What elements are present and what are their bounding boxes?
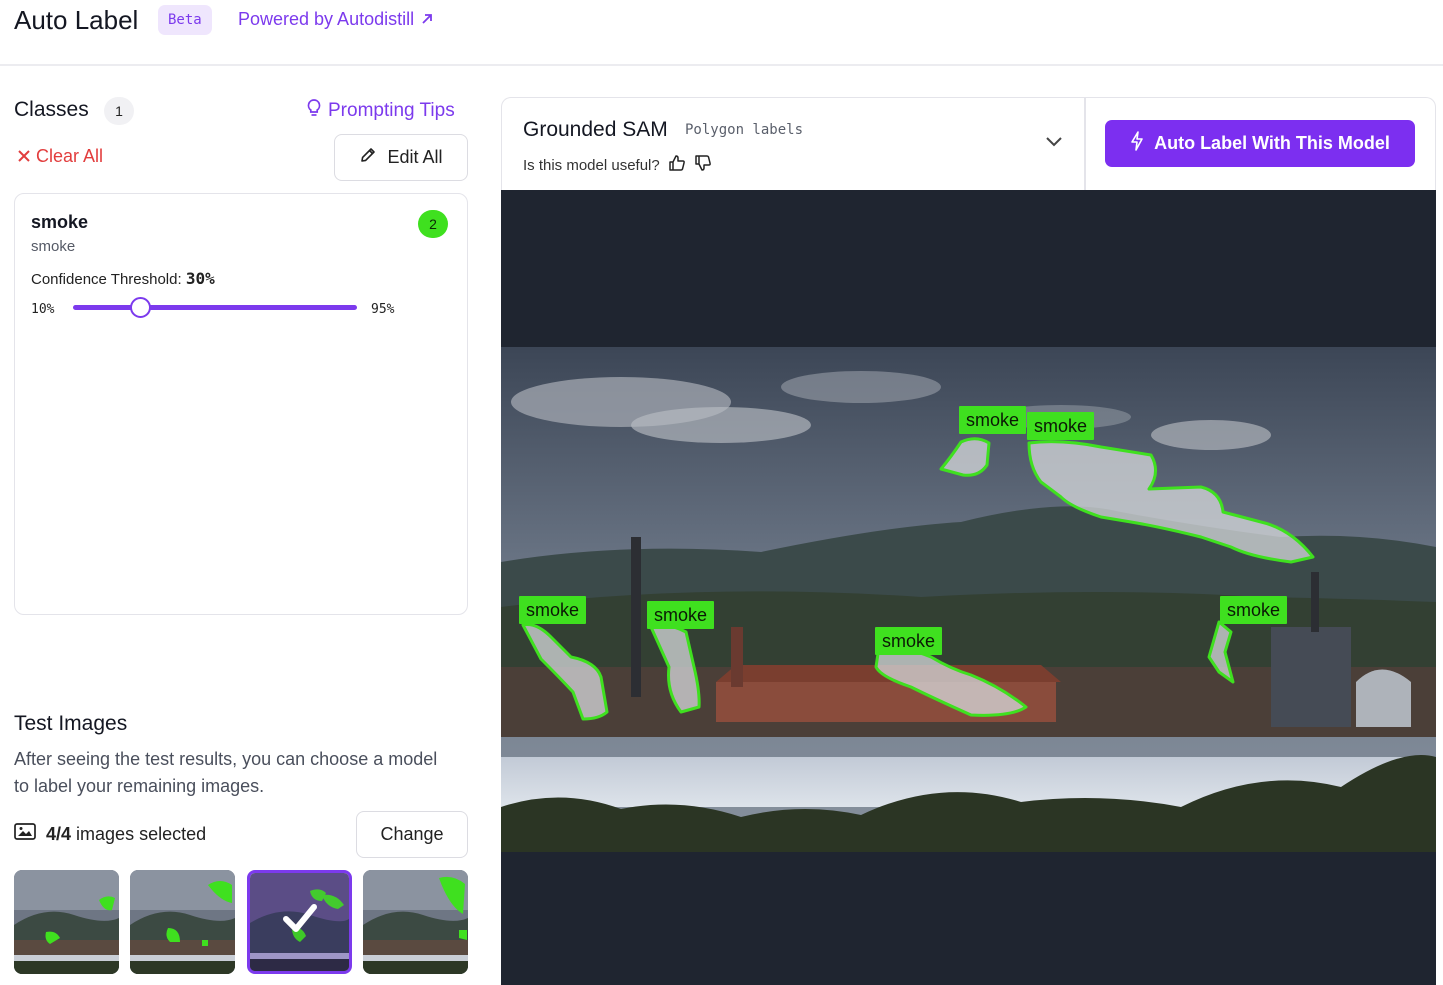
class-name[interactable]: smoke [31,212,88,233]
test-images-description: After seeing the test results, you can c… [14,749,438,796]
edit-all-label: Edit All [387,147,443,167]
prompting-tips-label: Prompting Tips [328,100,455,121]
lightbulb-icon [306,98,322,124]
prompting-tips-link[interactable]: Prompting Tips [306,98,455,124]
pencil-icon [359,146,377,169]
detection-label: smoke [1027,412,1095,440]
test-images-title: Test Images [14,712,128,735]
class-card: smoke smoke 2 Confidence Threshold: 30% … [14,193,468,615]
clear-all-label: Clear All [36,146,104,166]
detection-label: smoke [875,627,943,655]
thumbs-down-icon[interactable] [694,154,712,176]
selected-text: images selected [76,823,207,844]
confidence-threshold-text: Confidence Threshold: [31,271,182,288]
selected-count: 4/4 [46,823,72,844]
close-icon [18,146,30,167]
model-bar: Grounded SAM Polygon labels Is this mode… [501,97,1436,191]
thumbnail-4[interactable] [363,870,468,974]
model-name[interactable]: Grounded SAM [523,118,668,142]
thumbnail-2[interactable] [130,870,235,974]
powered-by-label: Powered by Autodistill [238,9,415,29]
clear-all-button[interactable]: Clear All [18,146,103,167]
change-images-button[interactable]: Change [356,811,468,858]
thumbs-up-icon[interactable] [668,154,686,176]
thumbnail-3-selected[interactable] [247,870,352,974]
classes-count-badge: 1 [104,97,134,125]
thumbnail-strip [14,870,468,974]
thumbnail-1[interactable] [14,870,119,974]
chevron-down-icon[interactable] [1045,134,1063,152]
divider [1084,98,1086,191]
external-link-icon [421,9,433,30]
auto-label-button-label: Auto Label With This Model [1154,133,1390,153]
test-image: smoke smoke smoke smoke smoke smoke [501,347,1436,874]
confidence-threshold-label: Confidence Threshold: 30% [31,269,215,288]
page-title: Auto Label [14,5,139,35]
detection-label: smoke [519,596,587,624]
lightning-icon [1130,131,1144,156]
images-selected-row: 4/4 images selected [14,823,206,845]
auto-label-button[interactable]: Auto Label With This Model [1105,120,1415,167]
powered-by-link[interactable]: Powered by Autodistill [238,9,433,30]
class-prompt[interactable]: smoke [31,238,75,255]
image-icon [14,823,36,845]
detection-count-badge: 2 [418,210,448,238]
slider-min-label: 10% [31,302,55,317]
confidence-slider[interactable] [73,297,357,318]
detection-label: smoke [959,406,1027,434]
detection-label: smoke [1220,596,1288,624]
classes-title: Classes [14,98,89,121]
image-viewer: smoke smoke smoke smoke smoke smoke [501,190,1436,985]
confidence-threshold-value: 30% [185,269,215,288]
edit-all-button[interactable]: Edit All [334,134,468,181]
header: Auto Label Beta Powered by Autodistill [0,0,1443,66]
slider-max-label: 95% [371,302,395,317]
model-tag: Polygon labels [685,122,804,138]
useful-question: Is this model useful? [523,156,660,174]
detection-label: smoke [647,601,715,629]
beta-badge: Beta [158,5,212,35]
model-feedback: Is this model useful? [523,154,712,176]
slider-thumb[interactable] [129,297,151,318]
